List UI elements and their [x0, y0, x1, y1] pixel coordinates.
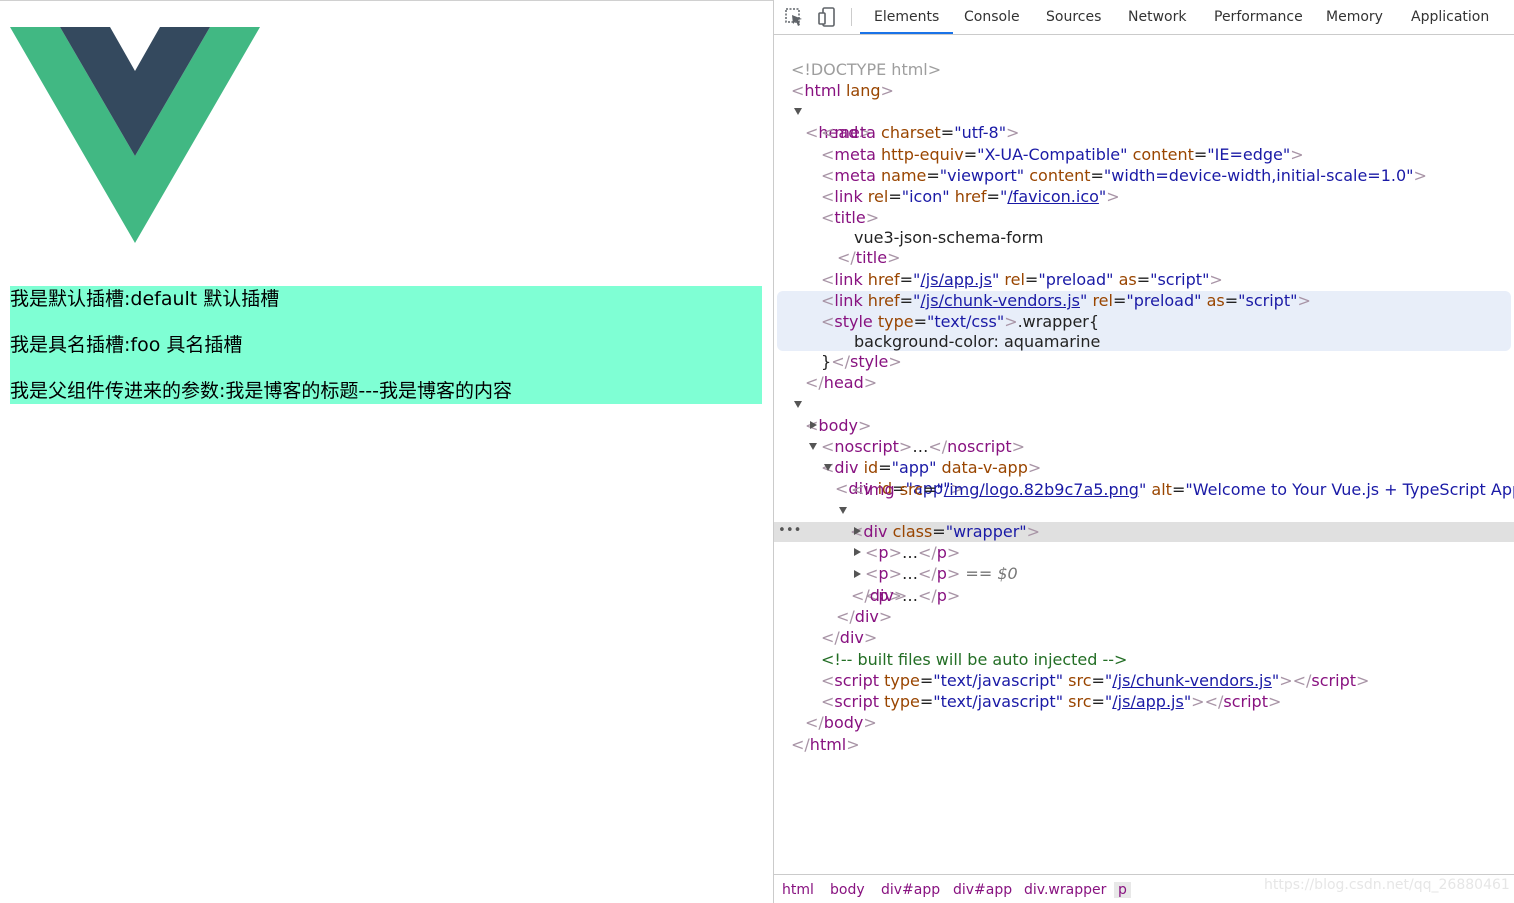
tab-elements[interactable]: Elements	[860, 0, 954, 34]
tab-network[interactable]: Network	[1128, 0, 1186, 34]
tree-row-head[interactable]: <head>	[774, 80, 1514, 142]
tab-performance[interactable]: Performance	[1214, 0, 1303, 34]
tab-application[interactable]: Application	[1411, 0, 1489, 34]
default-slot-paragraph: 我是默认插槽:default 默认插槽	[10, 288, 280, 310]
tree-row-style-body[interactable]: background-color: aquamarine	[774, 310, 1514, 351]
breadcrumb-html[interactable]: html	[782, 882, 814, 898]
tree-row-link-app[interactable]: <link href="/js/app.js" rel="preload" as…	[774, 248, 1514, 289]
breadcrumb-div-app-outer[interactable]: div#app	[881, 882, 940, 898]
tree-row-body[interactable]: <body>	[774, 373, 1514, 435]
tree-row-html-close[interactable]: </html>	[774, 713, 1514, 754]
tree-row-meta-http-equiv[interactable]: <meta http-equiv="X-UA-Compatible" conte…	[774, 123, 1514, 164]
tree-row-div-app-inner-close[interactable]: </div>	[774, 585, 1514, 626]
tree-row-html[interactable]: <html lang>	[774, 59, 1514, 100]
devtools-toolbar: Elements Console Sources Network Perform…	[774, 0, 1514, 35]
tree-row-head-close[interactable]: </head>	[774, 351, 1514, 392]
tree-row-title-text[interactable]: vue3-json-schema-form	[774, 206, 1514, 247]
tree-row-div-app-outer[interactable]: <div id="app" data-v-app>	[774, 415, 1514, 477]
tree-row-style-open[interactable]: <style type="text/css">.wrapper{	[774, 290, 1514, 331]
breadcrumb-div-app-inner[interactable]: div#app	[953, 882, 1012, 898]
tree-row-comment[interactable]: <!-- built files will be auto injected -…	[774, 628, 1514, 669]
rendered-page: 我是默认插槽:default 默认插槽 我是具名插槽:foo 具名插槽 我是父组…	[0, 0, 773, 903]
tree-row-link-vendors[interactable]: <link href="/js/chunk-vendors.js" rel="p…	[774, 269, 1514, 310]
breadcrumb-p[interactable]: p	[1114, 882, 1131, 898]
tab-console[interactable]: Console	[964, 0, 1020, 34]
tree-row-img[interactable]: <img src="/img/logo.82b9c7a5.png" alt="W…	[774, 458, 1514, 499]
device-toolbar-icon[interactable]	[817, 7, 837, 27]
breadcrumb-body[interactable]: body	[830, 882, 865, 898]
devtools-panel: Elements Console Sources Network Perform…	[773, 0, 1514, 903]
tree-row-script-app[interactable]: <script type="text/javascript" src="/js/…	[774, 670, 1514, 711]
watermark: https://blog.csdn.net/qq_26880461	[1264, 877, 1510, 893]
tree-row-div-app-inner[interactable]: <div id="app">	[774, 436, 1514, 498]
breadcrumb-div-wrapper[interactable]: div.wrapper	[1024, 882, 1106, 898]
tree-row-title-close[interactable]: </title>	[774, 226, 1514, 267]
tree-row-title-open[interactable]: <title>	[774, 186, 1514, 227]
tree-row-div-wrapper[interactable]: <div class="wrapper">	[774, 479, 1514, 541]
tree-row-link-icon[interactable]: <link rel="icon" href="/favicon.ico">	[774, 165, 1514, 206]
tree-row-div-app-outer-close[interactable]: </div>	[774, 606, 1514, 647]
tree-row-p-3[interactable]: <p>…</p>	[774, 543, 1514, 605]
tree-row-script-vendors[interactable]: <script type="text/javascript" src="/js/…	[774, 649, 1514, 690]
tree-row-noscript[interactable]: <noscript>…</noscript>	[774, 394, 1514, 456]
page-top-border	[0, 0, 773, 1]
tab-memory[interactable]: Memory	[1326, 0, 1383, 34]
parent-param-paragraph: 我是父组件传进来的参数:我是博客的标题---我是博客的内容	[10, 380, 512, 402]
breadcrumb: html body div#app div#app div.wrapper p …	[774, 874, 1514, 903]
tree-row-meta-viewport[interactable]: <meta name="viewport" content="width=dev…	[774, 144, 1514, 185]
wrapper-div: 我是默认插槽:default 默认插槽 我是具名插槽:foo 具名插槽 我是父组…	[10, 286, 762, 404]
inspect-element-icon[interactable]	[784, 7, 804, 27]
tree-row-doctype[interactable]: <!DOCTYPE html>	[774, 38, 1514, 79]
tree-row-p-2-selected[interactable]: <p>…</p> == $0	[774, 521, 1514, 583]
tree-row-style-close[interactable]: }</style>	[774, 330, 1514, 371]
tree-row-meta-charset[interactable]: <meta charset="utf-8">	[774, 101, 1514, 142]
tree-row-body-close[interactable]: </body>	[774, 691, 1514, 732]
tab-sources[interactable]: Sources	[1046, 0, 1101, 34]
toolbar-separator	[851, 8, 852, 26]
tree-row-p-1[interactable]: <p>…</p>	[774, 500, 1514, 562]
vue-logo	[10, 27, 260, 243]
named-slot-paragraph: 我是具名插槽:foo 具名插槽	[10, 334, 243, 356]
tree-row-div-wrapper-close[interactable]: </div>	[774, 564, 1514, 605]
